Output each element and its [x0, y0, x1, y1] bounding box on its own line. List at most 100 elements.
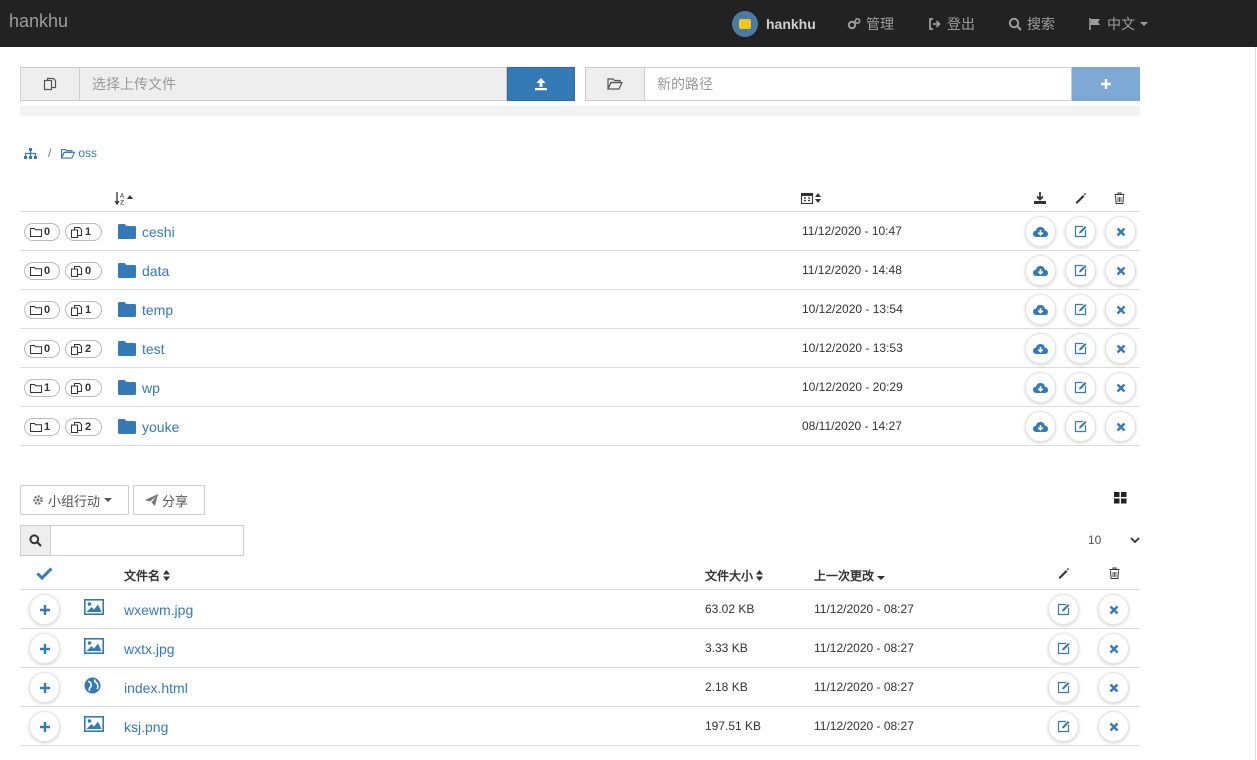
file-modified-date: 11/12/2020 - 08:27: [814, 641, 914, 655]
rename-folder-button[interactable]: [1065, 255, 1096, 286]
rename-file-button[interactable]: [1048, 672, 1079, 703]
sort-desc-icon: [877, 570, 886, 581]
delete-folder-button[interactable]: [1105, 372, 1136, 403]
download-folder-button[interactable]: [1025, 216, 1056, 247]
select-all-checkmark-icon[interactable]: [36, 567, 53, 580]
brand-title[interactable]: hankhu: [9, 11, 68, 32]
folder-name-link[interactable]: youke: [142, 419, 179, 435]
plus-icon: [39, 604, 51, 616]
delete-file-button[interactable]: [1098, 711, 1129, 742]
breadcrumb-root[interactable]: [24, 147, 40, 159]
folder-row[interactable]: 0 1 ceshi 11/12/2020 - 10:47: [20, 212, 1140, 251]
folder-name-link[interactable]: test: [142, 341, 165, 357]
rename-folder-button[interactable]: [1065, 216, 1096, 247]
chevron-down-icon: [1140, 21, 1148, 26]
size-column-header[interactable]: 文件大小: [705, 567, 764, 584]
page-edge-divider: [1255, 47, 1256, 760]
rename-folder-button[interactable]: [1065, 372, 1096, 403]
folder-name-link[interactable]: data: [142, 263, 169, 279]
file-search-group: [20, 525, 244, 556]
folder-date: 08/11/2020 - 14:27: [802, 419, 902, 433]
file-name-link[interactable]: ksj.png: [124, 719, 168, 735]
delete-file-button[interactable]: [1098, 594, 1129, 625]
folder-icon: [118, 302, 136, 317]
upload-file-field[interactable]: 选择上传文件: [80, 67, 507, 101]
file-count-badge: 1: [65, 223, 102, 241]
delete-folder-button[interactable]: [1105, 411, 1136, 442]
folder-row[interactable]: 0 2 test 10/12/2020 - 13:53: [20, 329, 1140, 368]
folder-row[interactable]: 1 2 youke 08/11/2020 - 14:27: [20, 407, 1140, 446]
name-column-header[interactable]: 文件名: [124, 567, 171, 584]
folder-name-link[interactable]: wp: [142, 380, 160, 396]
sort-alpha-asc-icon[interactable]: AZ: [115, 192, 137, 205]
download-folder-button[interactable]: [1025, 255, 1056, 286]
select-file-button[interactable]: [29, 633, 60, 664]
group-action-button[interactable]: 小组行动: [20, 485, 129, 515]
rename-file-button[interactable]: [1048, 711, 1079, 742]
grid-view-icon[interactable]: [1114, 492, 1127, 504]
download-folder-button[interactable]: [1025, 411, 1056, 442]
folder-icon: [118, 224, 136, 239]
rename-folder-button[interactable]: [1065, 333, 1096, 364]
delete-file-button[interactable]: [1098, 633, 1129, 664]
admin-link[interactable]: 管理: [847, 0, 894, 47]
folder-row[interactable]: 0 1 temp 10/12/2020 - 13:54: [20, 290, 1140, 329]
cloud-download-icon: [1033, 343, 1048, 355]
delete-folder-button[interactable]: [1105, 333, 1136, 364]
folder-name-link[interactable]: temp: [142, 302, 173, 318]
cloud-download-icon: [1033, 226, 1048, 238]
rename-folder-button[interactable]: [1065, 411, 1096, 442]
download-folder-button[interactable]: [1025, 294, 1056, 325]
delete-file-button[interactable]: [1098, 672, 1129, 703]
delete-folder-button[interactable]: [1105, 255, 1136, 286]
new-path-input[interactable]: [645, 67, 1072, 101]
folder-row[interactable]: 1 0 wp 10/12/2020 - 20:29: [20, 368, 1140, 407]
edit-icon: [1057, 681, 1070, 694]
subfolder-count-badge: 1: [24, 418, 60, 436]
svg-text:A: A: [120, 193, 125, 200]
file-search-input[interactable]: [51, 525, 244, 556]
rename-file-button[interactable]: [1048, 633, 1079, 664]
file-name-link[interactable]: wxewm.jpg: [124, 602, 193, 618]
file-modified-date: 11/12/2020 - 08:27: [814, 719, 914, 733]
folder-addon: [585, 67, 645, 101]
search-link[interactable]: 搜索: [1008, 0, 1055, 47]
delete-folder-button[interactable]: [1105, 294, 1136, 325]
size-header-label: 文件大小: [705, 569, 754, 583]
create-path-button[interactable]: [1072, 67, 1140, 101]
table-row[interactable]: wxewm.jpg 63.02 KB 11/12/2020 - 08:27: [20, 590, 1140, 629]
sign-out-icon: [928, 17, 942, 31]
upload-button[interactable]: [507, 67, 575, 101]
file-name-link[interactable]: index.html: [124, 680, 188, 696]
breadcrumb-current[interactable]: oss: [61, 146, 97, 160]
select-file-button[interactable]: [29, 711, 60, 742]
share-button[interactable]: 分享: [133, 485, 205, 515]
folder-name-link[interactable]: ceshi: [142, 224, 175, 240]
select-file-button[interactable]: [29, 594, 60, 625]
folder-icon: [30, 305, 44, 315]
delete-folder-button[interactable]: [1105, 216, 1136, 247]
table-row[interactable]: ksj.png 197.51 KB 11/12/2020 - 08:27: [20, 707, 1140, 746]
logout-link[interactable]: 登出: [928, 0, 975, 47]
select-file-button[interactable]: [29, 672, 60, 703]
table-row[interactable]: wxtx.jpg 3.33 KB 11/12/2020 - 08:27: [20, 629, 1140, 668]
rename-file-button[interactable]: [1048, 594, 1079, 625]
folder-row[interactable]: 0 0 data 11/12/2020 - 14:48: [20, 251, 1140, 290]
page-size-select[interactable]: 10: [1080, 530, 1140, 550]
user-menu[interactable]: hankhu: [732, 0, 816, 47]
language-dropdown[interactable]: 中文: [1088, 0, 1148, 47]
image-icon: [84, 716, 104, 732]
file-name-link[interactable]: wxtx.jpg: [124, 641, 175, 657]
download-folder-button[interactable]: [1025, 333, 1056, 364]
download-folder-button[interactable]: [1025, 372, 1056, 403]
file-count-badge: 0: [65, 262, 102, 280]
modified-column-header[interactable]: 上一次更改: [814, 567, 886, 584]
rename-folder-button[interactable]: [1065, 294, 1096, 325]
folder-date: 10/12/2020 - 13:54: [802, 302, 903, 316]
calendar-sort-icon[interactable]: [801, 192, 825, 204]
file-select-addon[interactable]: [20, 67, 80, 101]
close-icon: [1109, 644, 1119, 654]
new-path-group: [585, 67, 1140, 101]
table-row[interactable]: index.html 2.18 KB 11/12/2020 - 08:27: [20, 668, 1140, 707]
download-column-icon: [1034, 192, 1046, 204]
